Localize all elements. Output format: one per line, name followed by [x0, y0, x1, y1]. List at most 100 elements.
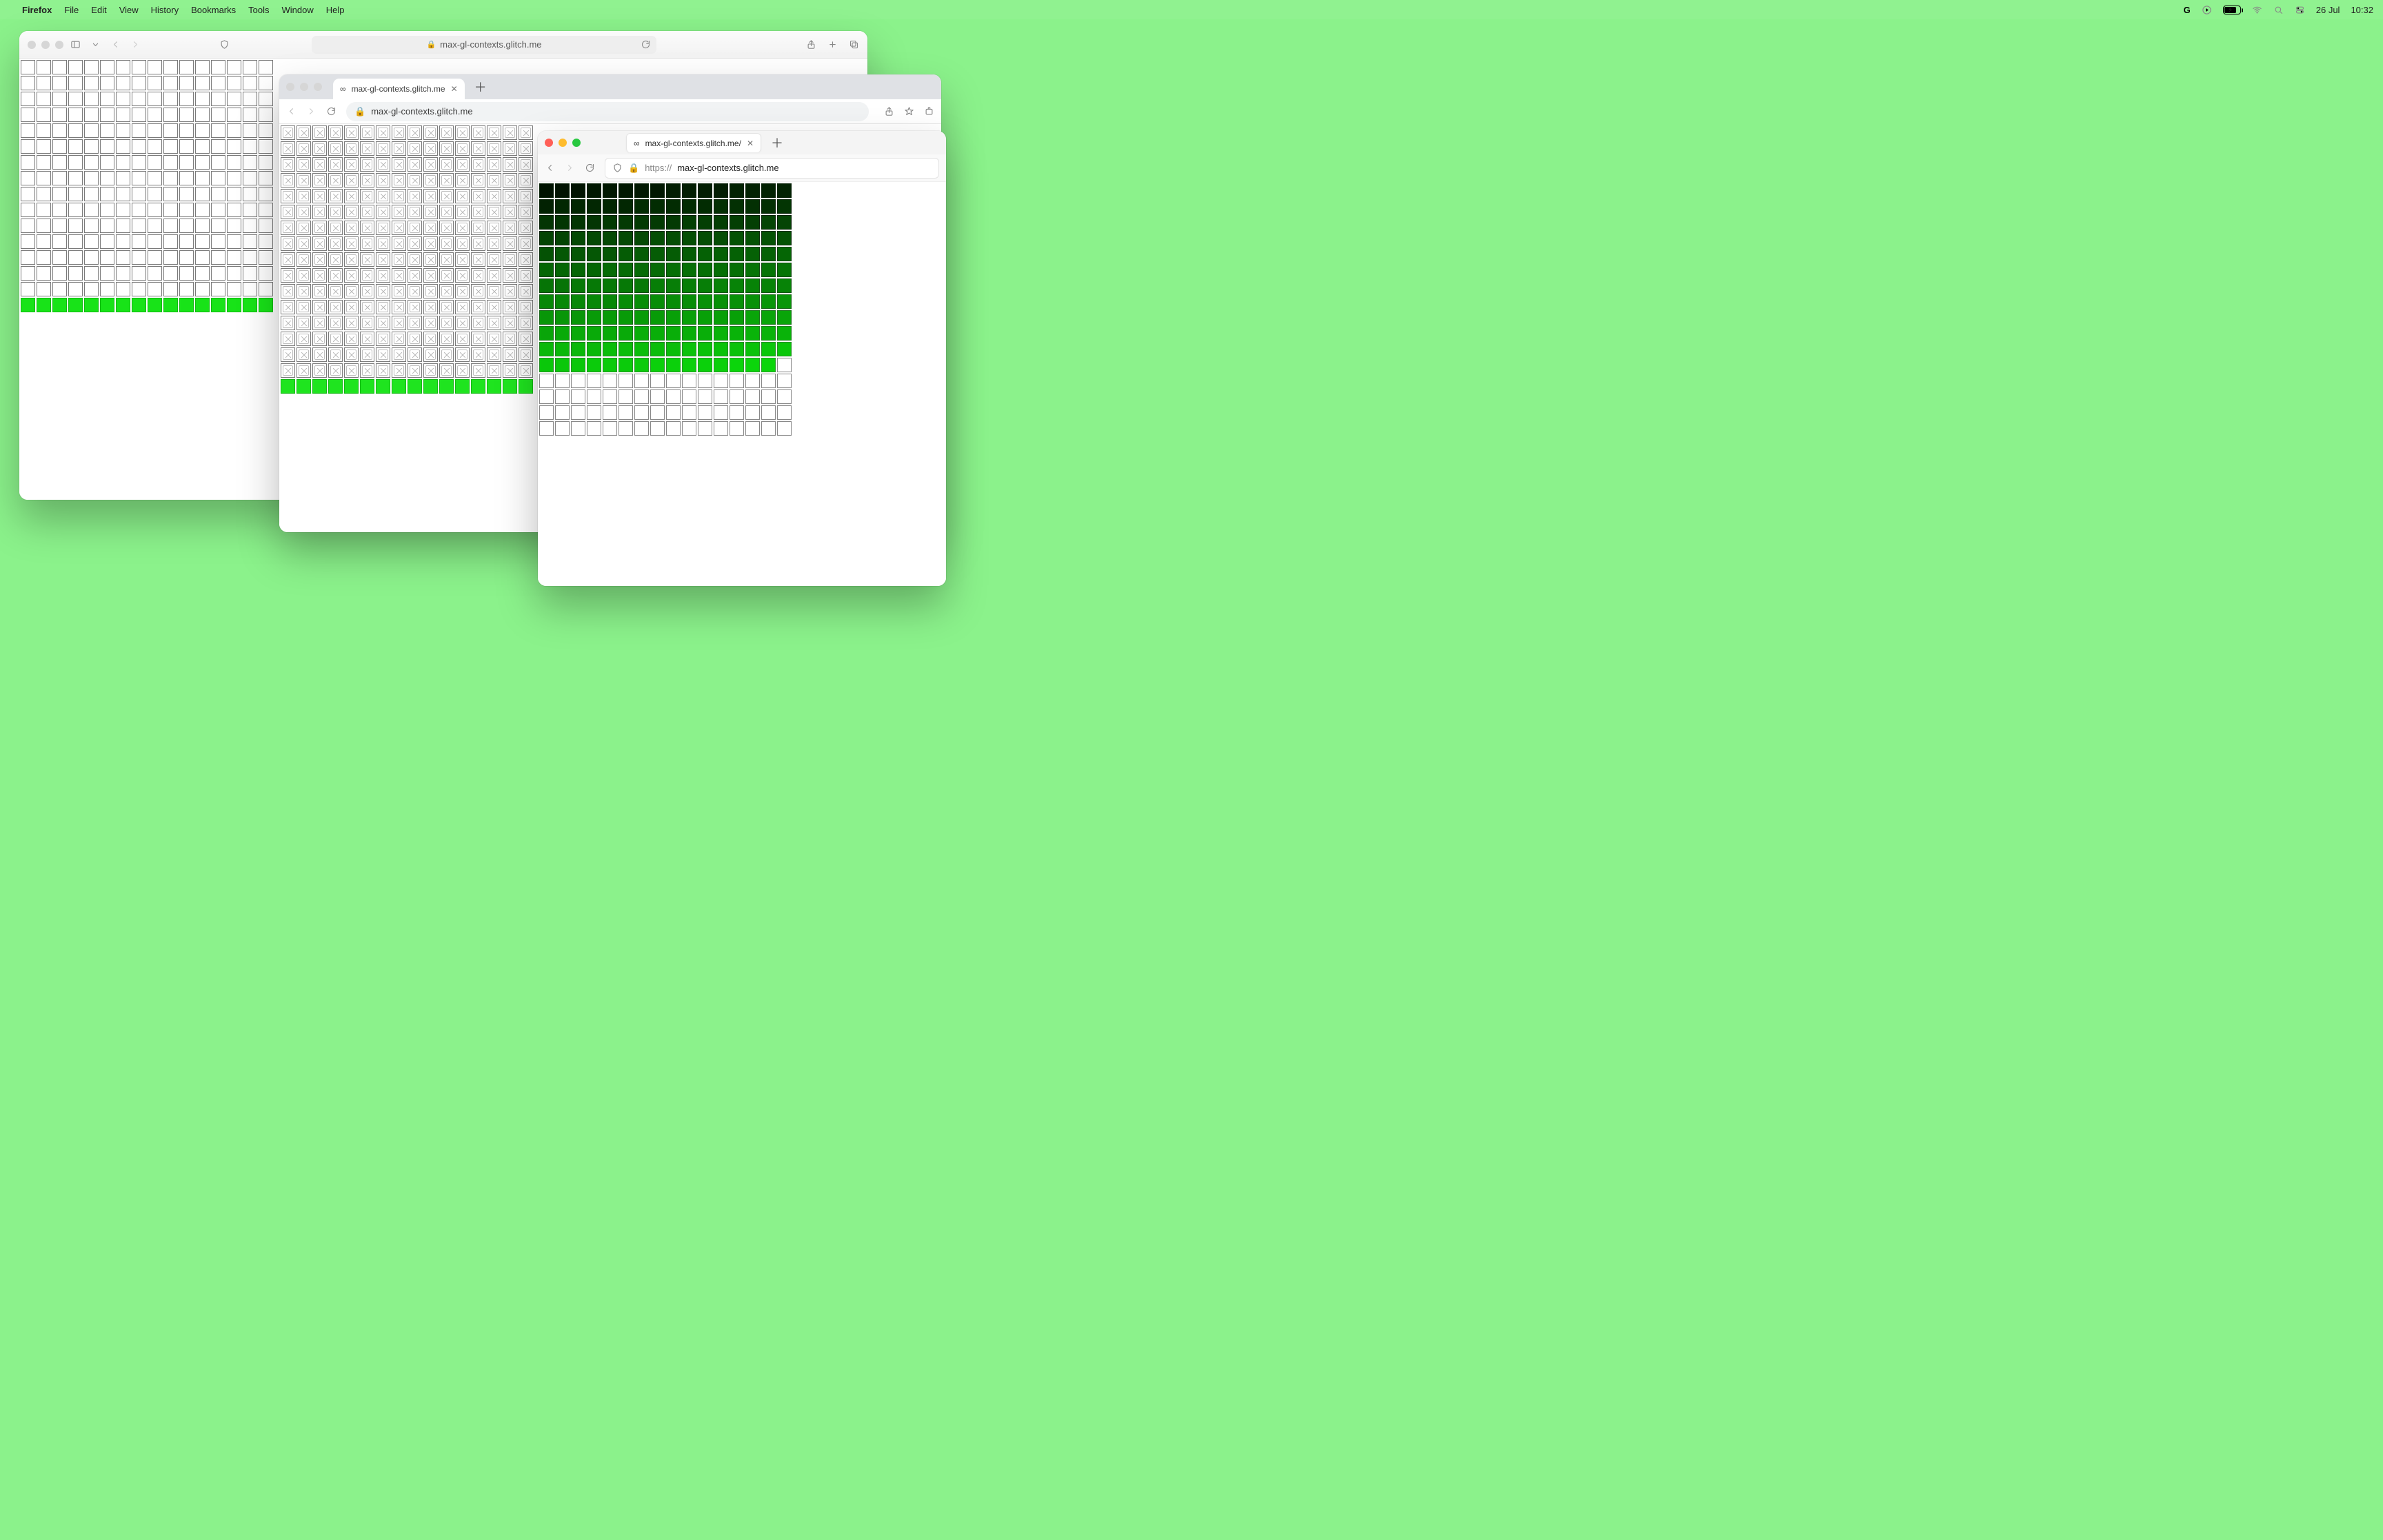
menu-file[interactable]: File [64, 5, 79, 15]
grid-cell [408, 268, 422, 283]
bookmark-star-icon[interactable] [904, 106, 914, 116]
grid-cell [603, 231, 617, 245]
grid-cell [487, 189, 501, 203]
grid-cell [666, 405, 681, 420]
grid-cell [487, 173, 501, 188]
menu-help[interactable]: Help [326, 5, 345, 15]
grid-cell [519, 205, 533, 219]
grid-cell [344, 316, 359, 330]
new-tab-icon[interactable] [827, 39, 838, 50]
tabs-overview-icon[interactable] [849, 39, 859, 50]
grid-cell [539, 326, 554, 341]
grid-cell [195, 139, 210, 154]
grid-cell [227, 76, 241, 90]
share-icon[interactable] [884, 106, 894, 116]
grid-cell [344, 332, 359, 346]
back-icon[interactable] [545, 163, 555, 173]
forward-icon[interactable] [565, 163, 575, 173]
spotlight-icon[interactable] [2273, 5, 2284, 15]
grid-cell [714, 405, 728, 420]
grid-cell [328, 363, 343, 378]
grid-cell [243, 92, 257, 106]
grid-cell [259, 282, 273, 296]
grid-cell [68, 123, 83, 138]
grid-cell [439, 316, 454, 330]
grid-cell [227, 123, 241, 138]
sidebar-toggle-icon[interactable] [70, 39, 81, 50]
grid-cell [163, 123, 178, 138]
safari-traffic-lights[interactable] [28, 41, 63, 49]
grid-cell [281, 205, 295, 219]
grid-cell [571, 183, 585, 198]
menubar-app-name[interactable]: Firefox [22, 5, 52, 15]
back-icon[interactable] [286, 106, 296, 116]
grid-cell [100, 155, 114, 170]
firefox-address-bar[interactable]: 🔒 https://max-gl-contexts.glitch.me [605, 158, 939, 179]
grid-cell [408, 125, 422, 140]
chrome-address-bar[interactable]: 🔒 max-gl-contexts.glitch.me [346, 102, 869, 121]
now-playing-icon[interactable] [2202, 5, 2212, 15]
wifi-icon[interactable] [2252, 5, 2262, 15]
grid-cell [539, 389, 554, 404]
chrome-tab[interactable]: ∞ max-gl-contexts.glitch.me ✕ [333, 79, 465, 99]
menu-view[interactable]: View [119, 5, 139, 15]
forward-icon[interactable] [306, 106, 316, 116]
reload-icon[interactable] [585, 163, 595, 173]
chrome-traffic-lights[interactable] [286, 83, 322, 91]
grid-cell [682, 326, 696, 341]
shield-icon[interactable] [612, 163, 623, 173]
new-tab-button[interactable]: ＋ [767, 134, 787, 152]
grid-cell [539, 263, 554, 277]
grid-cell [666, 294, 681, 309]
grid-cell [259, 203, 273, 217]
grid-cell [408, 347, 422, 362]
chevron-down-icon[interactable] [90, 39, 101, 50]
chrome-url-text: max-gl-contexts.glitch.me [371, 106, 472, 116]
menubar-time[interactable]: 10:32 [2351, 5, 2373, 15]
chrome-toolbar: 🔒 max-gl-contexts.glitch.me [279, 99, 941, 124]
grid-cell [698, 183, 712, 198]
firefox-tab[interactable]: ∞ max-gl-contexts.glitch.me/ ✕ [626, 133, 761, 152]
new-tab-button[interactable]: ＋ [469, 78, 492, 96]
grid-cell [281, 221, 295, 235]
grammarly-icon[interactable]: G [2184, 5, 2191, 15]
safari-address-bar[interactable]: 🔒 max-gl-contexts.glitch.me [312, 36, 656, 54]
grid-cell [328, 300, 343, 314]
grid-cell [243, 298, 257, 312]
control-center-icon[interactable] [2295, 5, 2305, 15]
shield-icon[interactable] [219, 39, 230, 50]
grid-cell [777, 421, 792, 436]
battery-icon[interactable]: ⚡︎ [2223, 6, 2241, 14]
grid-cell [619, 342, 633, 356]
menu-bookmarks[interactable]: Bookmarks [191, 5, 236, 15]
grid-cell [650, 326, 665, 341]
grid-cell [360, 284, 374, 298]
grid-cell [571, 326, 585, 341]
close-tab-icon[interactable]: ✕ [747, 139, 754, 148]
grid-cell [100, 187, 114, 201]
grid-cell [761, 231, 776, 245]
menu-history[interactable]: History [151, 5, 179, 15]
menu-window[interactable]: Window [282, 5, 314, 15]
grid-cell [312, 300, 327, 314]
grid-cell [211, 187, 225, 201]
back-icon[interactable] [110, 39, 121, 50]
forward-icon[interactable] [130, 39, 141, 50]
reload-icon[interactable] [326, 106, 336, 116]
menu-edit[interactable]: Edit [91, 5, 106, 15]
grid-cell [376, 363, 390, 378]
grid-cell [21, 266, 35, 281]
grid-cell [423, 332, 438, 346]
reload-icon[interactable] [641, 39, 651, 50]
menu-tools[interactable]: Tools [248, 5, 269, 15]
grid-cell [392, 316, 406, 330]
menubar-date[interactable]: 26 Jul [2316, 5, 2340, 15]
share-icon[interactable] [806, 39, 816, 50]
close-tab-icon[interactable]: ✕ [451, 84, 458, 94]
firefox-traffic-lights[interactable] [545, 139, 581, 147]
grid-cell [745, 215, 760, 230]
grid-cell [777, 278, 792, 293]
extensions-icon[interactable] [924, 106, 934, 116]
grid-cell [487, 284, 501, 298]
grid-cell [376, 157, 390, 172]
